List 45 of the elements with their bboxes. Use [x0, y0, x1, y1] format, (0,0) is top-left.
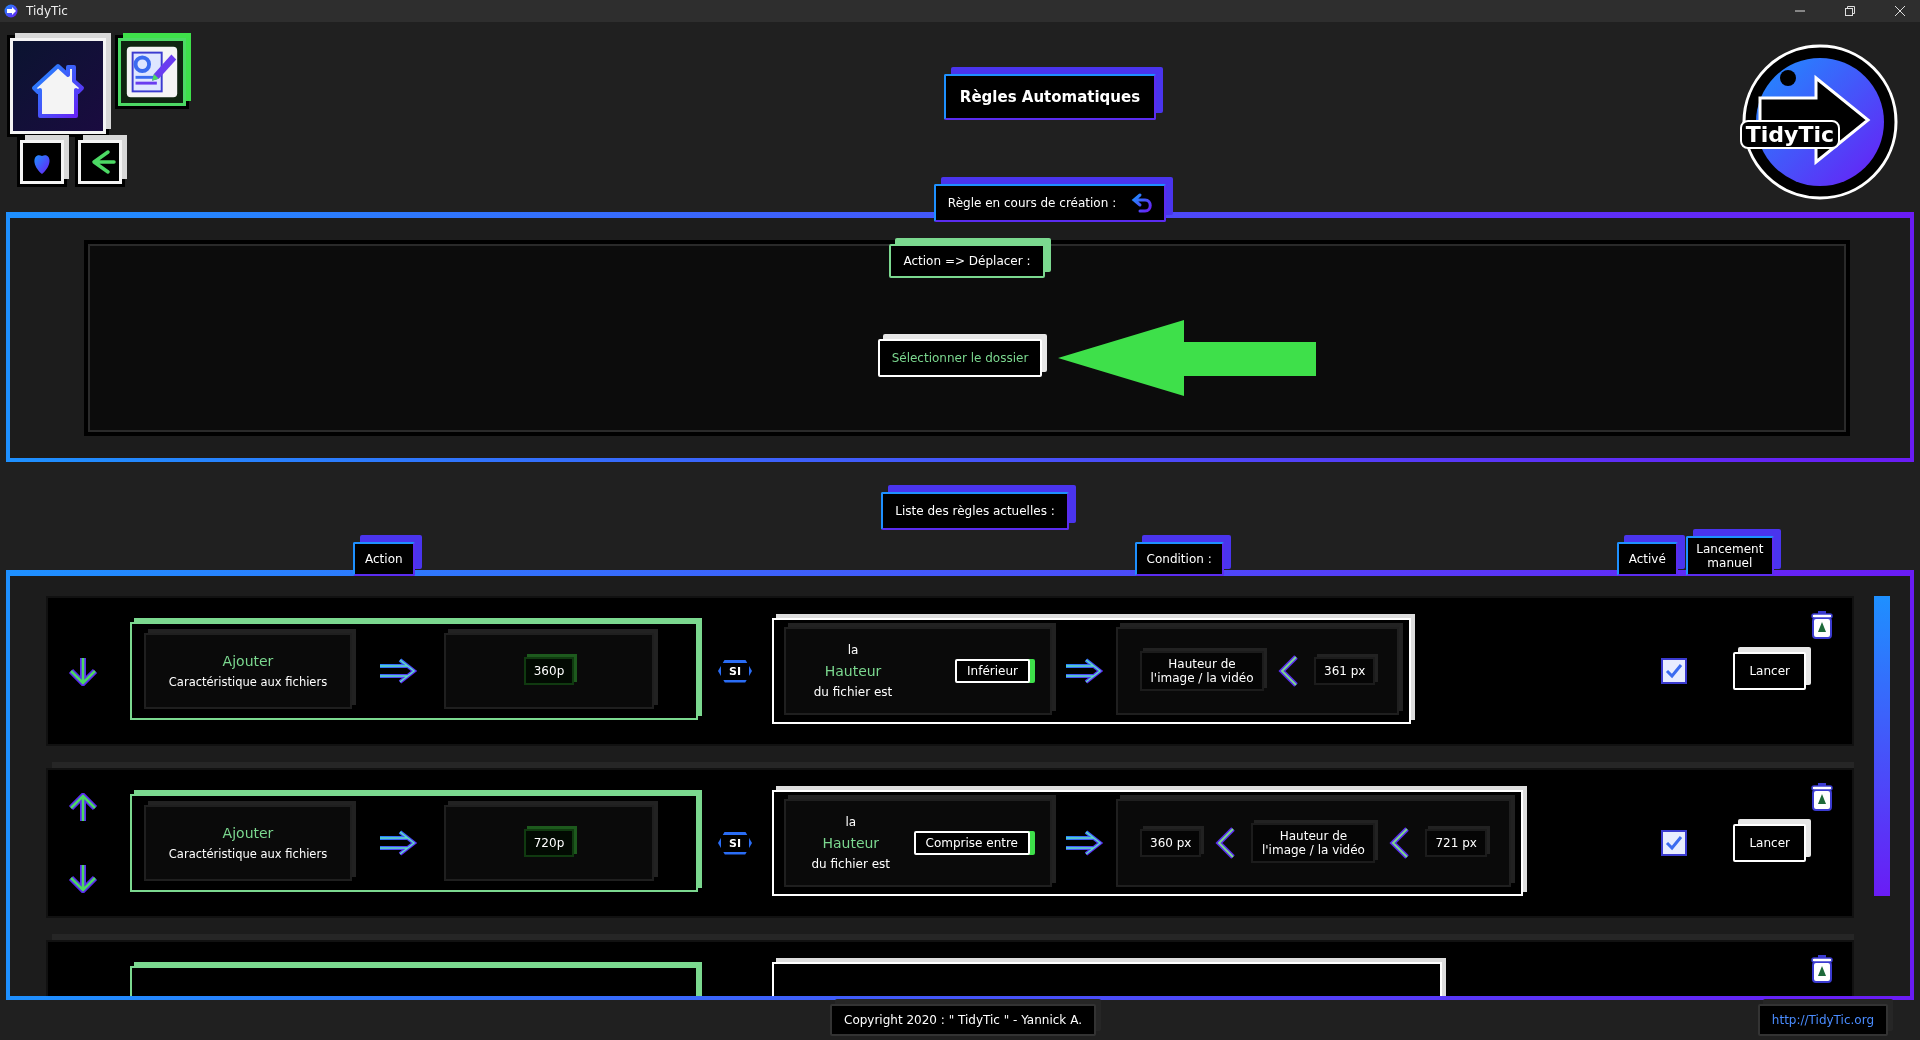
- down-arrow-icon[interactable]: [68, 656, 98, 686]
- trash-icon[interactable]: [1810, 782, 1834, 812]
- down-arrow-icon[interactable]: [68, 863, 98, 893]
- up-arrow-icon[interactable]: [68, 793, 98, 823]
- action-target: Caractéristique aux fichiers: [168, 675, 328, 689]
- undo-icon[interactable]: [1130, 192, 1155, 214]
- trash-icon[interactable]: [1810, 610, 1834, 640]
- action-verb: Ajouter: [222, 653, 274, 669]
- app-icon: [4, 4, 18, 18]
- double-arrow-icon: [378, 658, 418, 684]
- action-verb: Ajouter: [222, 825, 274, 841]
- value-chip: 720p: [523, 829, 575, 857]
- condition-prefix: la: [847, 643, 859, 657]
- field-chip: Hauteur de l'image / la vidéo: [1140, 651, 1264, 691]
- condition-property: Hauteur: [824, 663, 882, 679]
- action-target: Caractéristique aux fichiers: [168, 847, 328, 861]
- value-chip: 721 px: [1425, 829, 1487, 857]
- less-than-icon: [1278, 655, 1300, 687]
- value-chip: 361 px: [1314, 657, 1376, 685]
- field-chip: Hauteur de l'image / la vidéo: [1251, 823, 1376, 863]
- restore-icon[interactable]: [1844, 5, 1856, 17]
- if-badge: SI: [718, 831, 752, 855]
- double-arrow-icon: [1064, 830, 1104, 856]
- pointing-arrow-icon: [1058, 320, 1317, 396]
- checkmark-icon: [1665, 663, 1684, 679]
- less-than-icon: [1389, 827, 1412, 859]
- condition-prefix: la: [845, 815, 857, 829]
- trash-icon[interactable]: [1810, 954, 1834, 984]
- double-arrow-icon: [1064, 658, 1104, 684]
- window-title: TidyTic: [26, 4, 68, 18]
- active-checkbox[interactable]: [1661, 830, 1688, 856]
- double-arrow-icon: [378, 830, 418, 856]
- close-icon[interactable]: [1894, 5, 1906, 17]
- condition-suffix: du fichier est: [811, 857, 891, 871]
- logo-text: TidyTic: [1739, 120, 1840, 149]
- less-than-icon: [1215, 827, 1238, 859]
- condition-property: Hauteur: [822, 835, 880, 851]
- condition-suffix: du fichier est: [813, 685, 893, 699]
- value-chip: 360 px: [1140, 829, 1202, 857]
- value-chip: 360p: [523, 657, 575, 685]
- checkmark-icon: [1665, 835, 1684, 851]
- if-badge: SI: [718, 659, 752, 683]
- section-title: Règle en cours de création :: [947, 196, 1117, 210]
- active-checkbox[interactable]: [1661, 658, 1688, 684]
- scrollbar[interactable]: [1874, 596, 1890, 896]
